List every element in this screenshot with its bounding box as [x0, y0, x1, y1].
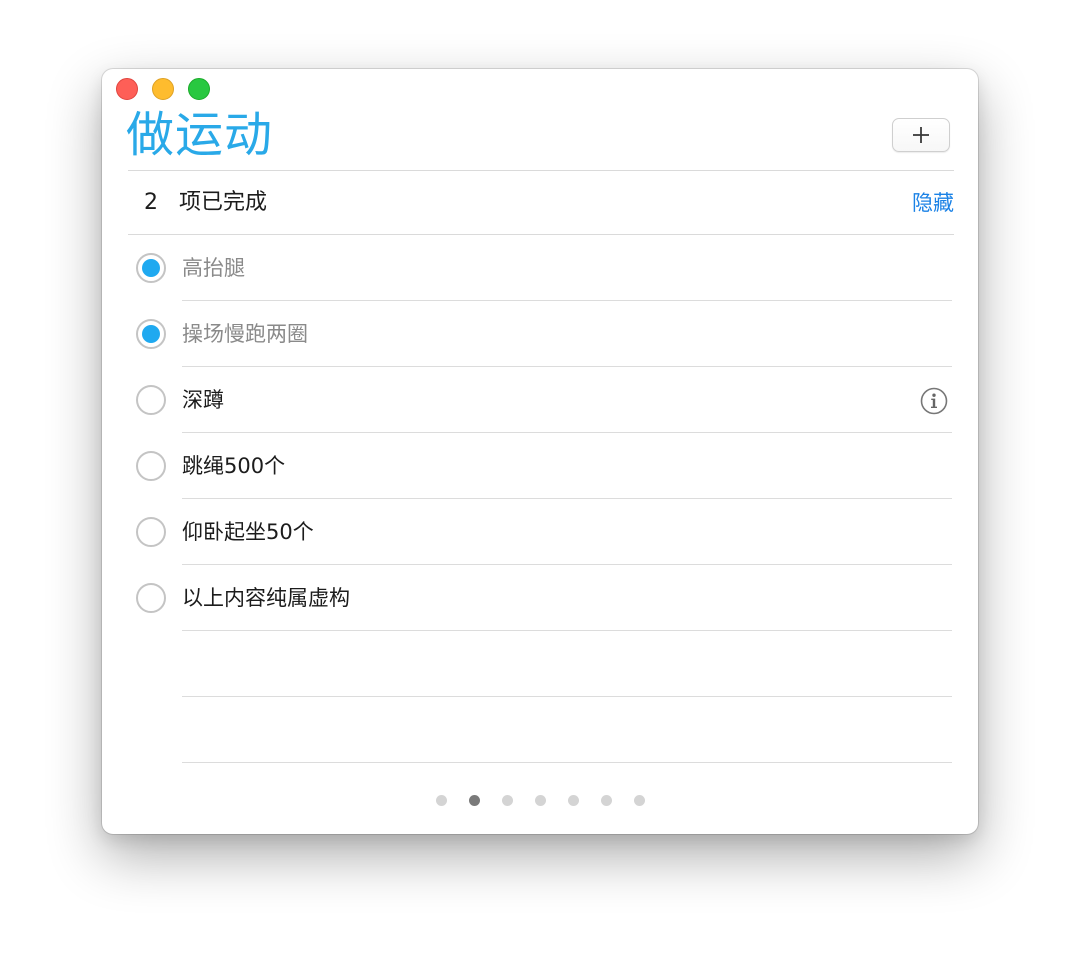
page-dot[interactable] — [534, 795, 546, 806]
empty-row[interactable] — [102, 631, 978, 697]
row-divider — [182, 762, 952, 763]
task-checkbox-checked[interactable] — [136, 319, 166, 349]
completed-count-text: 2 项已完成 — [144, 171, 267, 235]
page-dot-active[interactable] — [468, 795, 480, 806]
page-dot[interactable] — [600, 795, 612, 806]
page-dot[interactable] — [435, 795, 447, 806]
hide-completed-button[interactable]: 隐藏 — [912, 171, 954, 235]
task-checkbox-checked[interactable] — [136, 253, 166, 283]
task-label[interactable]: 高抬腿 — [182, 235, 245, 301]
add-reminder-button[interactable] — [892, 118, 950, 152]
page-dot[interactable] — [633, 795, 645, 806]
reminders-window: 做运动 2 项已完成 隐藏 高抬腿 操场慢跑两圈 深蹲 跳绳500个 仰卧起坐5… — [102, 69, 978, 834]
task-checkbox[interactable] — [136, 517, 166, 547]
task-row[interactable]: 以上内容纯属虚构 — [102, 565, 978, 631]
completed-summary: 2 项已完成 隐藏 — [128, 171, 954, 235]
task-label[interactable]: 以上内容纯属虚构 — [182, 565, 350, 631]
task-row[interactable]: 仰卧起坐50个 — [102, 499, 978, 565]
task-label[interactable]: 仰卧起坐50个 — [182, 499, 314, 565]
task-row[interactable]: 操场慢跑两圈 — [102, 301, 978, 367]
completed-count: 2 — [144, 190, 158, 215]
empty-row[interactable] — [102, 697, 978, 763]
info-icon[interactable] — [920, 387, 948, 415]
task-checkbox[interactable] — [136, 451, 166, 481]
task-checkbox[interactable] — [136, 583, 166, 613]
desktop-background: 做运动 2 项已完成 隐藏 高抬腿 操场慢跑两圈 深蹲 跳绳500个 仰卧起坐5… — [0, 0, 1080, 969]
page-dot[interactable] — [501, 795, 513, 806]
task-row[interactable]: 深蹲 — [102, 367, 978, 433]
task-label[interactable]: 操场慢跑两圈 — [182, 301, 308, 367]
page-indicator — [102, 795, 978, 806]
list-title: 做运动 — [126, 107, 274, 163]
plus-icon — [913, 127, 929, 143]
task-label[interactable]: 深蹲 — [182, 367, 224, 433]
close-button[interactable] — [116, 78, 138, 100]
task-list: 高抬腿 操场慢跑两圈 深蹲 跳绳500个 仰卧起坐50个 以上内容纯属虚构 — [102, 235, 978, 763]
task-checkbox[interactable] — [136, 385, 166, 415]
task-row[interactable]: 高抬腿 — [102, 235, 978, 301]
window-controls — [116, 78, 210, 100]
zoom-button[interactable] — [188, 78, 210, 100]
completed-label: 项已完成 — [178, 190, 267, 215]
minimize-button[interactable] — [152, 78, 174, 100]
page-dot[interactable] — [567, 795, 579, 806]
task-label[interactable]: 跳绳500个 — [182, 433, 285, 499]
task-row[interactable]: 跳绳500个 — [102, 433, 978, 499]
